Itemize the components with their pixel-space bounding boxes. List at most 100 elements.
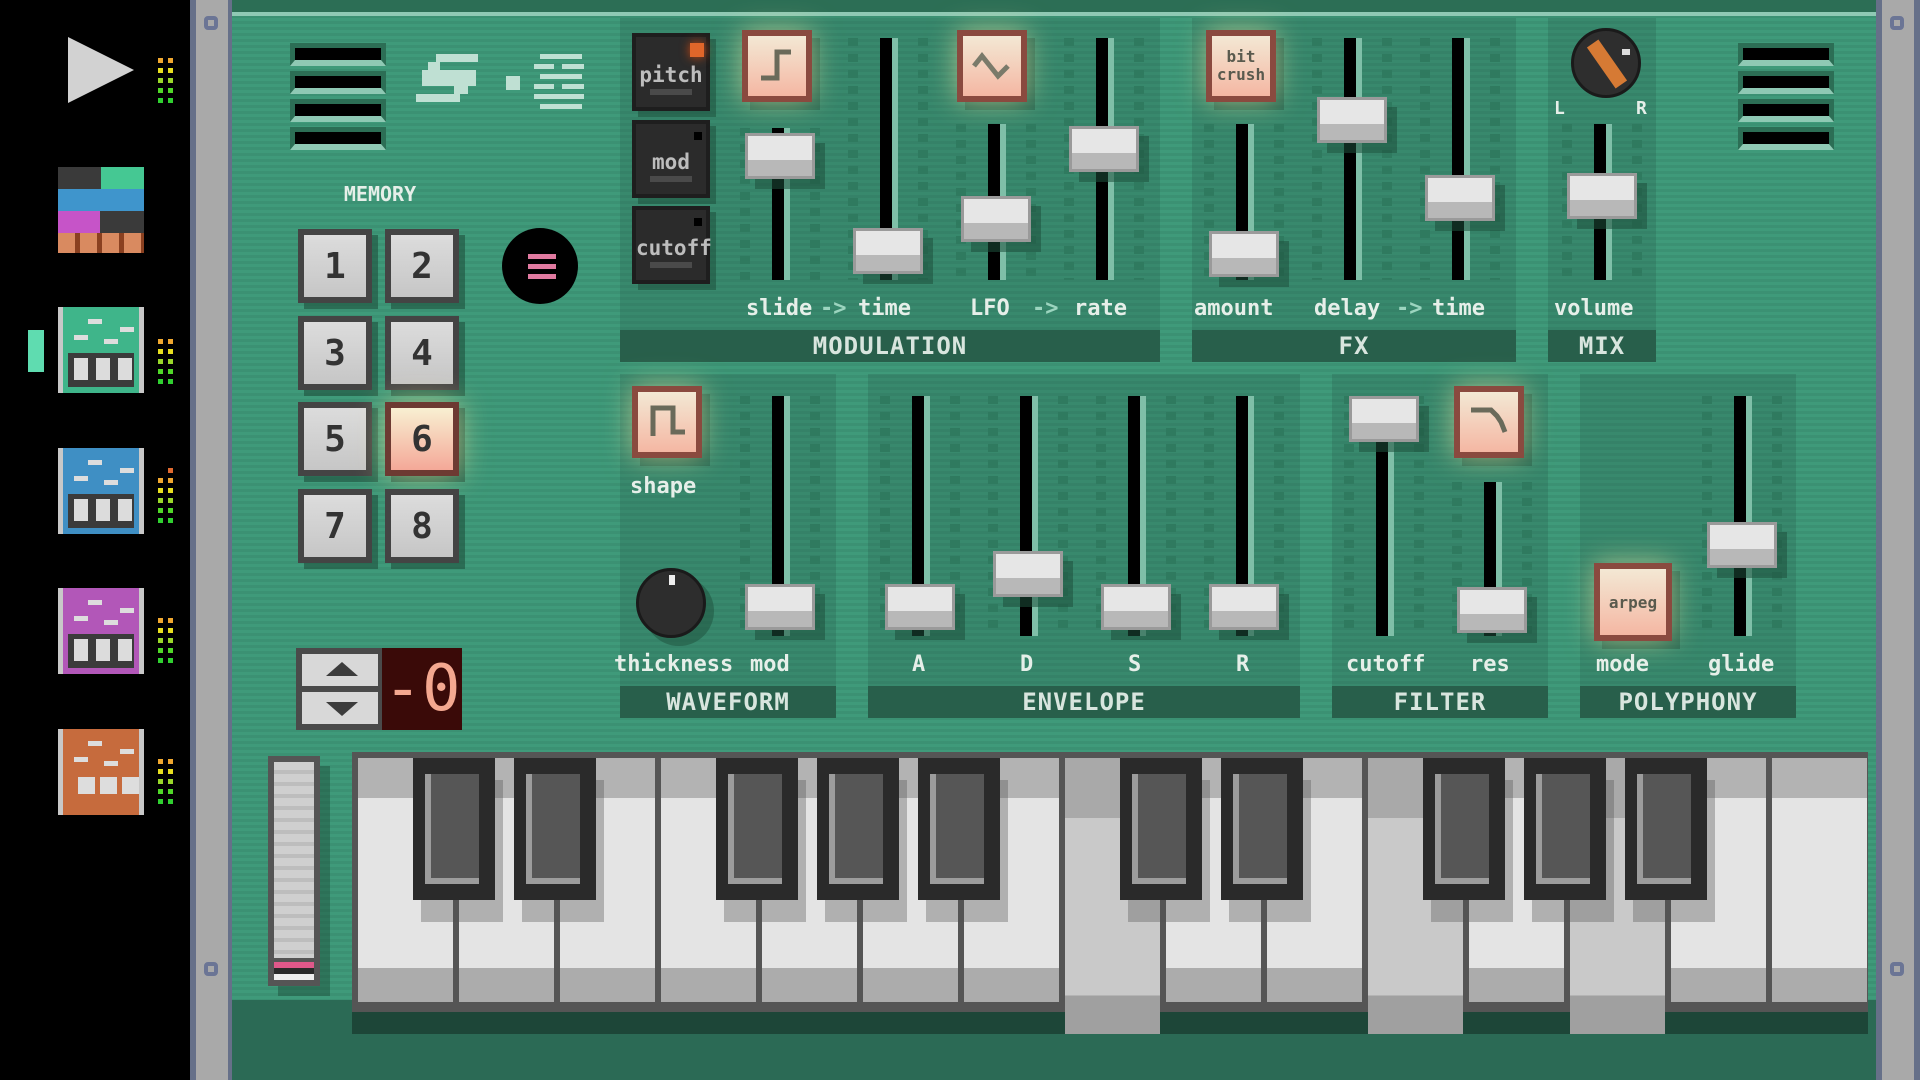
black-key[interactable] (1120, 758, 1202, 900)
pad-icon (78, 777, 95, 794)
mod-target-mod[interactable]: mod (632, 120, 710, 198)
thickness-knob[interactable] (636, 568, 706, 638)
slider-handle[interactable] (1567, 173, 1637, 219)
delay-time-slider[interactable] (1420, 38, 1500, 280)
lfo-slider[interactable] (956, 124, 1036, 280)
polyphony-mode-button[interactable]: arpeg (1594, 563, 1672, 641)
selected-instrument-marker (28, 330, 44, 372)
black-key[interactable] (514, 758, 596, 900)
wheel-indicator-light (274, 974, 314, 980)
instrument-synth-teal[interactable] (58, 307, 144, 393)
pan-indicator-icon (1586, 39, 1628, 89)
slider-track (1452, 38, 1470, 280)
pan-knob[interactable] (1571, 28, 1641, 98)
filter-section-title: FILTER (1332, 686, 1548, 718)
panel-top-edge (232, 0, 1876, 16)
slider-track (1020, 396, 1038, 636)
memory-slot-4[interactable]: 4 (385, 316, 459, 390)
sine-wave-icon (972, 51, 1010, 80)
memory-slot-1[interactable]: 1 (298, 229, 372, 303)
time-slider[interactable] (848, 38, 928, 280)
memory-slot-6[interactable]: 6 (385, 402, 459, 476)
play-icon[interactable] (68, 37, 134, 103)
octave-up-button[interactable] (302, 654, 378, 686)
mod-target-cutoff[interactable]: cutoff (632, 206, 712, 284)
cutoff-slider[interactable] (1344, 396, 1424, 636)
slider-handle[interactable] (853, 228, 923, 274)
slider-handle[interactable] (1101, 584, 1171, 630)
memory-slot-2[interactable]: 2 (385, 229, 459, 303)
memory-slot-7[interactable]: 7 (298, 489, 372, 563)
attack-slider[interactable] (880, 396, 960, 636)
pitch-bend-wheel[interactable] (268, 756, 320, 986)
black-key[interactable] (413, 758, 495, 900)
waveform-section-title: WAVEFORM (620, 686, 836, 718)
release-slider[interactable] (1204, 396, 1284, 636)
slider-handle[interactable] (1425, 175, 1495, 221)
volume-slider[interactable] (1562, 124, 1642, 280)
sustain-slider[interactable] (1096, 396, 1176, 636)
slider-handle[interactable] (993, 551, 1063, 597)
black-key[interactable] (1625, 758, 1707, 900)
resonance-slider[interactable] (1452, 482, 1532, 636)
black-key[interactable] (1221, 758, 1303, 900)
slider-handle[interactable] (885, 584, 955, 630)
slider-handle[interactable] (1069, 126, 1139, 172)
black-key[interactable] (1524, 758, 1606, 900)
delay-slider[interactable] (1312, 38, 1392, 280)
slider-handle[interactable] (1349, 396, 1419, 442)
black-key[interactable] (1423, 758, 1505, 900)
waveform-mod-label: mod (750, 652, 790, 677)
time-label: time (858, 296, 911, 321)
pan-marker-icon (1622, 49, 1630, 55)
instrument-synth-blue[interactable] (58, 448, 144, 534)
slider-handle[interactable] (1317, 97, 1387, 143)
shape-toggle-button[interactable] (632, 386, 702, 458)
memory-slot-8[interactable]: 8 (385, 489, 459, 563)
left-rail (190, 0, 234, 1080)
black-key[interactable] (918, 758, 1000, 900)
decay-slider[interactable] (988, 396, 1068, 636)
piano-keyboard (352, 752, 1868, 1034)
speaker-vent-right (1738, 43, 1834, 150)
mixer-icon (68, 313, 134, 353)
slider-ticks (1702, 396, 1712, 636)
memory-slot-5[interactable]: 5 (298, 402, 372, 476)
time-label: time (1432, 296, 1485, 321)
decay-label: D (1020, 652, 1034, 677)
glide-slider[interactable] (1702, 396, 1782, 636)
filter-type-toggle-button[interactable] (1454, 386, 1524, 458)
slider-handle[interactable] (1209, 231, 1279, 277)
song-arranger-icon[interactable] (58, 167, 144, 253)
memory-slot-3[interactable]: 3 (298, 316, 372, 390)
mod-target-pitch[interactable]: pitch (632, 33, 710, 111)
octave-down-button[interactable] (302, 692, 378, 724)
slide-slider[interactable] (740, 128, 820, 280)
lfo-toggle-button[interactable] (957, 30, 1027, 102)
arrow-down-icon (326, 702, 358, 716)
sustain-label: S (1128, 652, 1142, 677)
slider-handle[interactable] (961, 196, 1031, 242)
rate-slider[interactable] (1064, 38, 1144, 280)
slider-handle[interactable] (745, 133, 815, 179)
slide-toggle-button[interactable] (742, 30, 812, 102)
instrument-drum-machine[interactable] (58, 729, 144, 815)
slider-handle[interactable] (1707, 522, 1777, 568)
menu-button[interactable] (502, 228, 578, 304)
slider-handle[interactable] (1457, 587, 1527, 633)
black-key[interactable] (716, 758, 798, 900)
arrow-icon: -> (1032, 296, 1059, 321)
bitcrush-amount-slider[interactable] (1204, 124, 1284, 280)
amount-label: amount (1194, 296, 1274, 321)
waveform-mod-slider[interactable] (740, 396, 820, 636)
slider-handle[interactable] (1209, 584, 1279, 630)
instrument-synth-purple[interactable] (58, 588, 144, 674)
slider-handle[interactable] (745, 584, 815, 630)
bitcrush-toggle-button[interactable]: bit crush (1206, 30, 1276, 102)
arrow-icon: -> (1396, 296, 1423, 321)
black-key[interactable] (817, 758, 899, 900)
bitcrush-label: crush (1216, 65, 1266, 84)
active-led-icon (690, 43, 704, 57)
white-key[interactable] (1772, 758, 1867, 1002)
menu-icon-line (528, 274, 556, 279)
